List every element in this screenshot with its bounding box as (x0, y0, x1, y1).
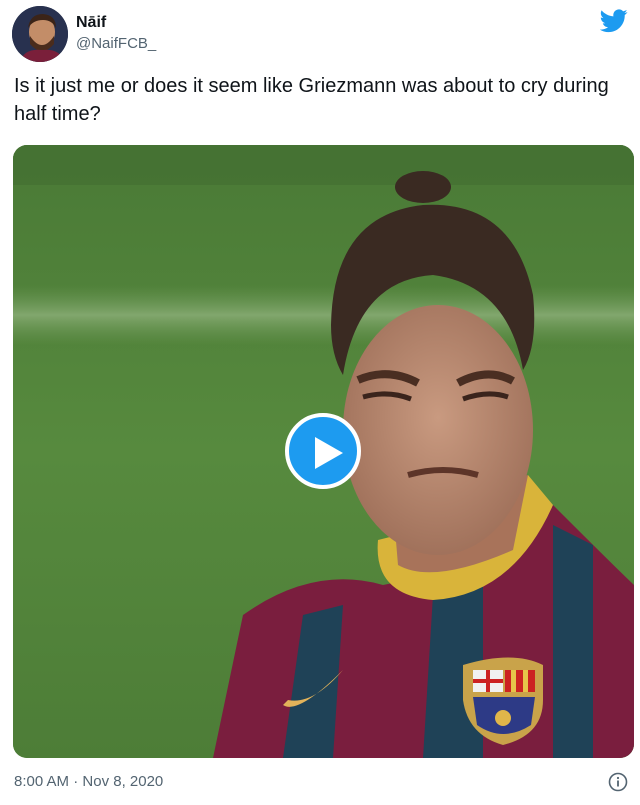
tweet-time: 8:00 AM (14, 773, 70, 790)
play-icon (315, 437, 343, 469)
tweet-video[interactable] (13, 145, 634, 758)
author-avatar[interactable] (12, 6, 68, 62)
tweet-timestamp[interactable]: 8:00 AM · Nov 8, 2020 (14, 772, 163, 792)
twitter-bird-icon[interactable] (599, 9, 628, 33)
tweet-text: Is it just me or does it seem like Griez… (14, 75, 609, 125)
tweet-card: Nāif @NaifFCB_ Is it just me or does it … (0, 0, 640, 805)
tweet-header: Nāif @NaifFCB_ (12, 6, 628, 62)
tweet-date: Nov 8, 2020 (82, 773, 164, 790)
timestamp-separator: · (69, 773, 83, 790)
author-names: Nāif @NaifFCB_ (76, 13, 156, 54)
author-handle[interactable]: @NaifFCB_ (76, 34, 156, 54)
play-button[interactable] (285, 413, 361, 489)
author-display-name[interactable]: Nāif (76, 13, 156, 33)
info-icon[interactable] (608, 772, 628, 792)
